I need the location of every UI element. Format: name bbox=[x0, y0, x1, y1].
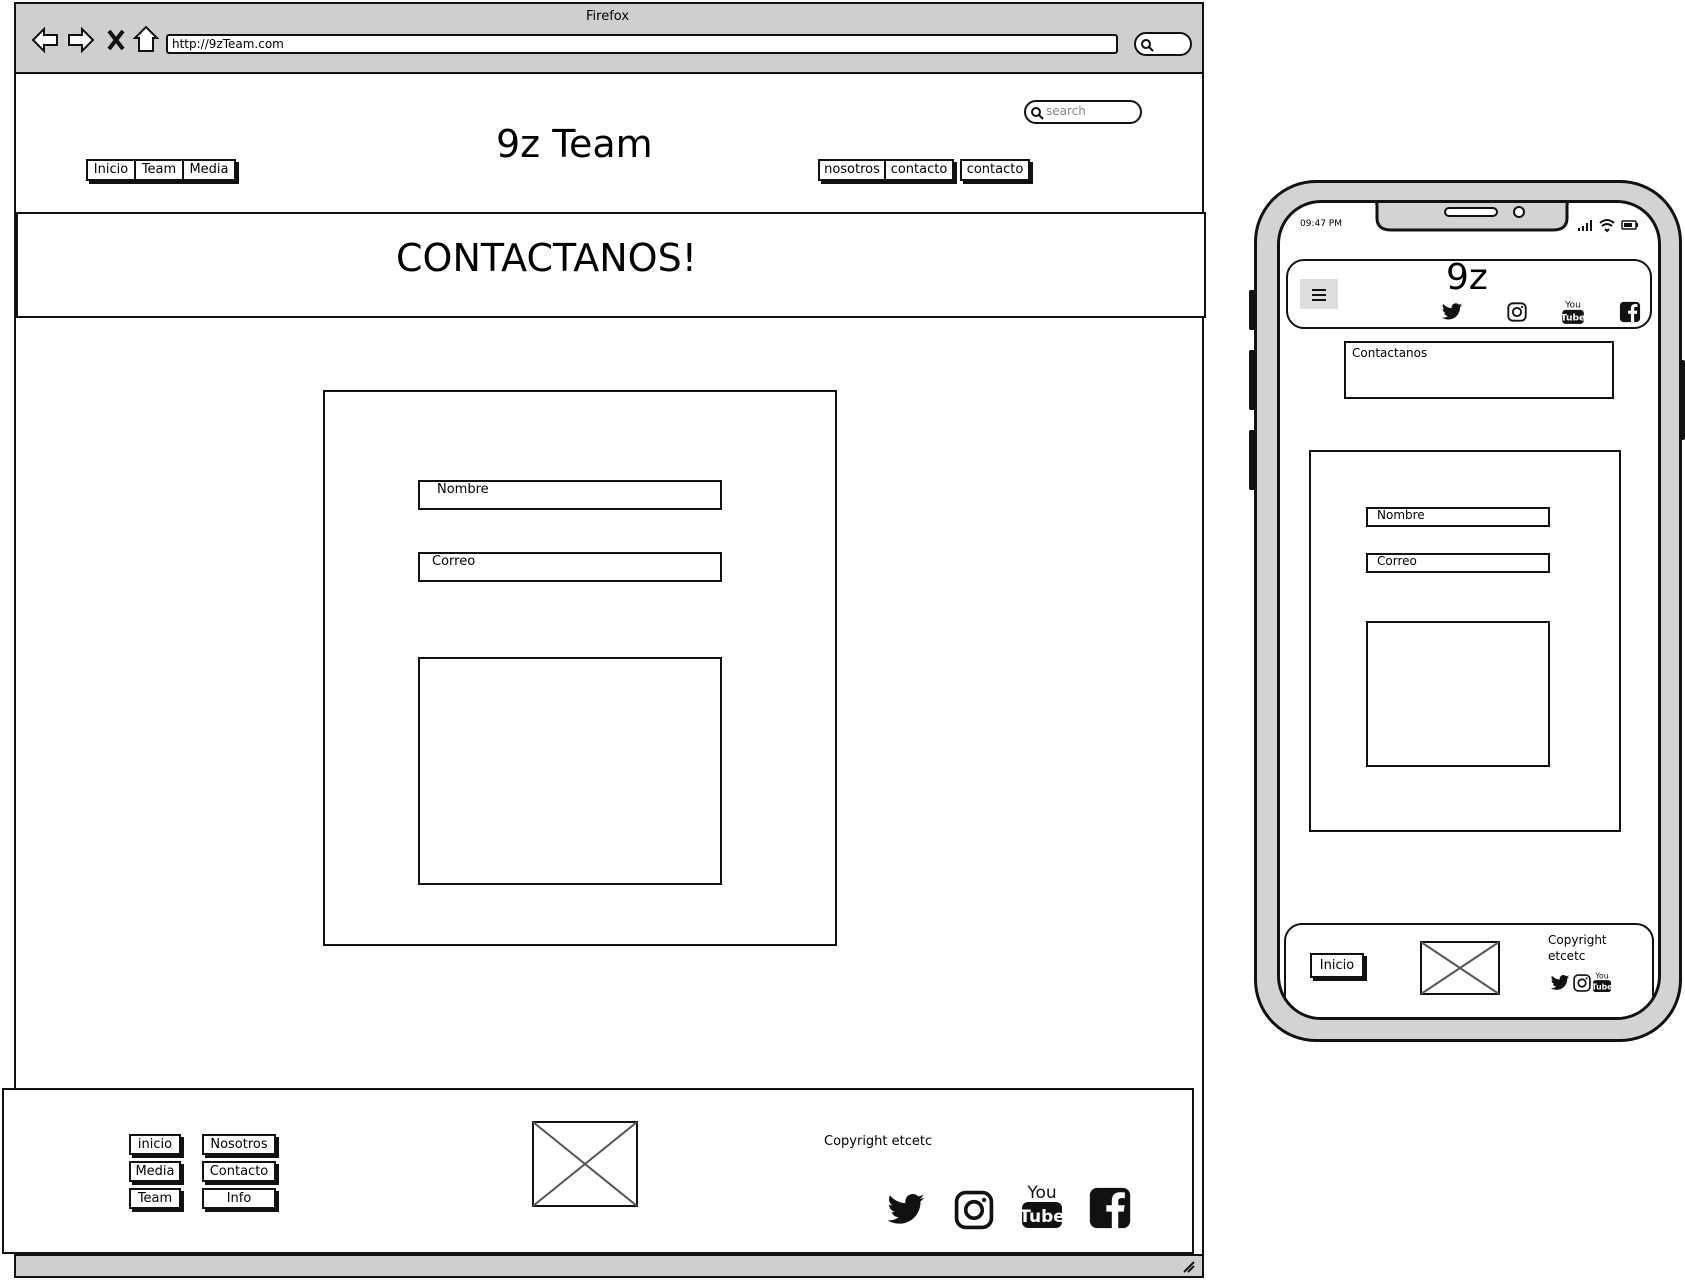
forward-arrow-icon[interactable] bbox=[66, 26, 96, 54]
svg-text:You: You bbox=[1026, 1183, 1056, 1203]
phone-section-title: Contactanos bbox=[1352, 346, 1428, 360]
back-arrow-icon[interactable] bbox=[30, 26, 60, 54]
instagram-icon[interactable] bbox=[1506, 301, 1528, 323]
twitter-icon[interactable] bbox=[1440, 301, 1464, 323]
name-label: Nombre bbox=[437, 482, 489, 497]
home-icon[interactable] bbox=[132, 24, 160, 54]
phone-side-button bbox=[1249, 290, 1255, 330]
hero-banner: CONTACTANOS! bbox=[16, 212, 1206, 318]
footer-link-inicio[interactable]: inicio bbox=[129, 1134, 181, 1155]
phone-volume-down bbox=[1249, 430, 1255, 490]
phone-footer-inicio-button[interactable]: Inicio bbox=[1310, 953, 1364, 978]
status-icons bbox=[1578, 219, 1638, 233]
phone-footer: Inicio Copyright etcetc You Tube bbox=[1284, 923, 1654, 1017]
browser-statusbar bbox=[16, 1254, 1202, 1276]
svg-text:You: You bbox=[1564, 301, 1581, 311]
phone-email-label: Correo bbox=[1377, 554, 1417, 568]
nav-team[interactable]: Team bbox=[134, 159, 184, 181]
twitter-icon[interactable] bbox=[1550, 973, 1570, 993]
svg-text:Tube: Tube bbox=[1592, 982, 1612, 991]
twitter-icon[interactable] bbox=[884, 1190, 928, 1230]
browser-window: Firefox http://9zTeam.com search 9z Team… bbox=[2, 2, 1206, 1278]
hamburger-menu-button[interactable] bbox=[1300, 279, 1338, 309]
hero-title: CONTACTANOS! bbox=[396, 236, 697, 280]
footer-link-info[interactable]: Info bbox=[202, 1188, 276, 1209]
footer-link-media[interactable]: Media bbox=[129, 1161, 181, 1182]
search-placeholder: search bbox=[1046, 104, 1086, 118]
image-placeholder-icon bbox=[532, 1121, 638, 1207]
resize-grip-icon[interactable] bbox=[1180, 1258, 1196, 1274]
phone-brand: 9z bbox=[1446, 257, 1488, 298]
site-search-input[interactable]: search bbox=[1024, 100, 1142, 124]
footer-link-contacto[interactable]: Contacto bbox=[202, 1161, 276, 1182]
stop-icon[interactable] bbox=[106, 28, 126, 52]
phone-time: 09:47 PM bbox=[1300, 219, 1342, 229]
phone-header: 9z You Tube bbox=[1286, 257, 1652, 329]
nav-media[interactable]: Media bbox=[182, 159, 236, 181]
svg-text:Tube: Tube bbox=[1561, 314, 1585, 324]
nav-contacto-2[interactable]: contacto bbox=[960, 159, 1030, 181]
phone-email-field[interactable]: Correo bbox=[1366, 553, 1550, 573]
site-footer: inicio Media Team Nosotros Contacto Info… bbox=[2, 1088, 1194, 1254]
footer-copyright: Copyright etcetc bbox=[824, 1134, 933, 1149]
phone-screen: 09:47 PM 9z You Tube Contactanos Nombre C… bbox=[1277, 200, 1661, 1020]
phone-section-title-box: Contactanos bbox=[1344, 341, 1614, 399]
email-field[interactable]: Correo bbox=[418, 552, 722, 582]
search-icon bbox=[1031, 107, 1044, 120]
search-icon bbox=[1141, 39, 1154, 52]
phone-contact-form: Nombre Correo bbox=[1309, 450, 1621, 832]
phone-message-textarea[interactable] bbox=[1366, 621, 1550, 767]
facebook-icon[interactable] bbox=[1619, 301, 1641, 323]
phone-name-label: Nombre bbox=[1377, 508, 1425, 522]
youtube-icon[interactable]: You Tube bbox=[1020, 1180, 1064, 1232]
url-bar[interactable]: http://9zTeam.com bbox=[166, 34, 1118, 54]
browser-search-box[interactable] bbox=[1134, 32, 1192, 56]
facebook-icon[interactable] bbox=[1088, 1186, 1132, 1230]
youtube-icon[interactable]: You Tube bbox=[1592, 969, 1612, 995]
phone-copyright-line2: etcetc bbox=[1548, 949, 1586, 963]
message-textarea[interactable] bbox=[418, 657, 722, 885]
browser-toolbar: Firefox http://9zTeam.com bbox=[16, 4, 1202, 74]
name-field[interactable]: Nombre bbox=[418, 480, 722, 510]
svg-text:Tube: Tube bbox=[1020, 1207, 1064, 1227]
instagram-icon[interactable] bbox=[1572, 973, 1592, 993]
phone-notch bbox=[1375, 203, 1569, 232]
footer-link-nosotros[interactable]: Nosotros bbox=[202, 1134, 276, 1155]
footer-link-team[interactable]: Team bbox=[129, 1188, 181, 1209]
phone-power-button bbox=[1680, 360, 1685, 440]
phone-copyright-line1: Copyright bbox=[1548, 933, 1607, 947]
site-brand: 9z Team bbox=[496, 122, 653, 166]
phone-name-field[interactable]: Nombre bbox=[1366, 507, 1550, 527]
url-text: http://9zTeam.com bbox=[172, 37, 284, 51]
instagram-icon[interactable] bbox=[952, 1188, 996, 1232]
nav-contacto[interactable]: contacto bbox=[884, 159, 954, 181]
window-title: Firefox bbox=[586, 9, 630, 24]
nav-nosotros[interactable]: nosotros bbox=[818, 159, 886, 181]
phone-volume-up bbox=[1249, 350, 1255, 410]
email-label: Correo bbox=[432, 554, 476, 569]
youtube-icon[interactable]: You Tube bbox=[1561, 298, 1585, 326]
svg-text:You: You bbox=[1594, 971, 1608, 980]
image-placeholder-icon bbox=[1420, 941, 1500, 995]
hamburger-icon bbox=[1312, 289, 1326, 301]
nav-inicio[interactable]: Inicio bbox=[86, 159, 136, 181]
contact-form: Nombre Correo bbox=[323, 390, 837, 946]
